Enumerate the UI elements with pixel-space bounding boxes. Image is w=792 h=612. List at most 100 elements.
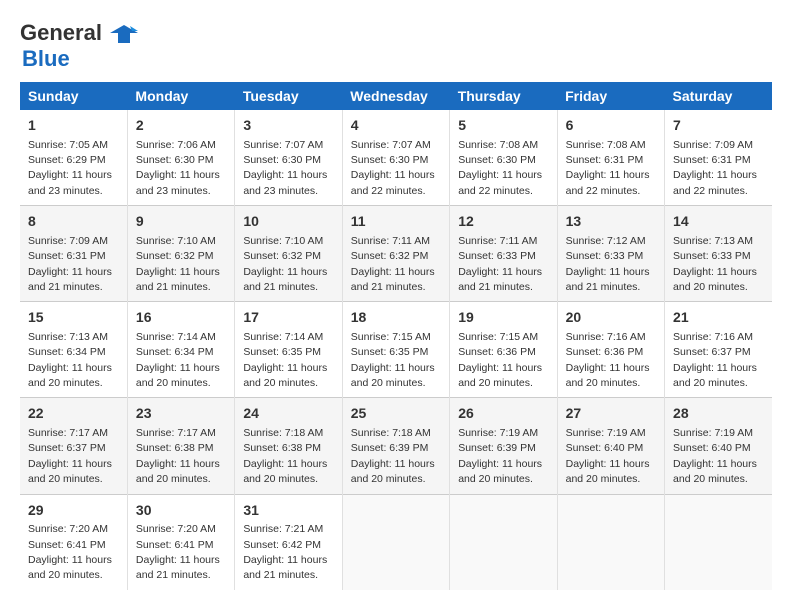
calendar-week-row: 1 Sunrise: 7:05 AM Sunset: 6:29 PM Dayli… <box>20 110 772 206</box>
sunrise-info: Sunrise: 7:11 AM <box>458 235 537 247</box>
calendar-cell: 3 Sunrise: 7:07 AM Sunset: 6:30 PM Dayli… <box>235 110 342 206</box>
sunset-info: Sunset: 6:36 PM <box>566 346 644 358</box>
day-number: 10 <box>243 212 333 232</box>
daylight-info: Daylight: 11 hours and 20 minutes. <box>351 458 435 485</box>
day-number: 5 <box>458 116 548 136</box>
daylight-info: Daylight: 11 hours and 22 minutes. <box>458 169 542 196</box>
calendar-cell: 7 Sunrise: 7:09 AM Sunset: 6:31 PM Dayli… <box>665 110 772 206</box>
sunrise-info: Sunrise: 7:17 AM <box>28 427 108 439</box>
daylight-info: Daylight: 11 hours and 22 minutes. <box>566 169 650 196</box>
daylight-info: Daylight: 11 hours and 20 minutes. <box>673 362 757 389</box>
sunrise-info: Sunrise: 7:13 AM <box>28 331 108 343</box>
sunset-info: Sunset: 6:30 PM <box>351 154 429 166</box>
day-number: 12 <box>458 212 548 232</box>
daylight-info: Daylight: 11 hours and 21 minutes. <box>136 554 220 581</box>
calendar-week-row: 8 Sunrise: 7:09 AM Sunset: 6:31 PM Dayli… <box>20 206 772 302</box>
day-number: 18 <box>351 308 441 328</box>
calendar-cell: 8 Sunrise: 7:09 AM Sunset: 6:31 PM Dayli… <box>20 206 127 302</box>
calendar-cell: 18 Sunrise: 7:15 AM Sunset: 6:35 PM Dayl… <box>342 302 449 398</box>
day-header-saturday: Saturday <box>665 82 772 110</box>
day-number: 30 <box>136 501 226 521</box>
calendar-cell: 22 Sunrise: 7:17 AM Sunset: 6:37 PM Dayl… <box>20 398 127 494</box>
sunset-info: Sunset: 6:32 PM <box>351 250 429 262</box>
sunrise-info: Sunrise: 7:13 AM <box>673 235 753 247</box>
daylight-info: Daylight: 11 hours and 20 minutes. <box>458 362 542 389</box>
day-header-friday: Friday <box>557 82 664 110</box>
day-number: 7 <box>673 116 764 136</box>
logo: General Blue <box>20 20 138 72</box>
calendar-cell: 12 Sunrise: 7:11 AM Sunset: 6:33 PM Dayl… <box>450 206 557 302</box>
sunset-info: Sunset: 6:39 PM <box>458 442 536 454</box>
calendar-cell: 16 Sunrise: 7:14 AM Sunset: 6:34 PM Dayl… <box>127 302 234 398</box>
calendar-cell: 11 Sunrise: 7:11 AM Sunset: 6:32 PM Dayl… <box>342 206 449 302</box>
calendar-cell: 5 Sunrise: 7:08 AM Sunset: 6:30 PM Dayli… <box>450 110 557 206</box>
sunrise-info: Sunrise: 7:05 AM <box>28 139 108 151</box>
logo-blue-text: Blue <box>22 46 70 71</box>
day-number: 14 <box>673 212 764 232</box>
calendar-cell: 1 Sunrise: 7:05 AM Sunset: 6:29 PM Dayli… <box>20 110 127 206</box>
sunrise-info: Sunrise: 7:14 AM <box>243 331 323 343</box>
day-number: 23 <box>136 404 226 424</box>
sunset-info: Sunset: 6:32 PM <box>243 250 321 262</box>
calendar-cell: 9 Sunrise: 7:10 AM Sunset: 6:32 PM Dayli… <box>127 206 234 302</box>
sunrise-info: Sunrise: 7:08 AM <box>458 139 538 151</box>
calendar-cell: 4 Sunrise: 7:07 AM Sunset: 6:30 PM Dayli… <box>342 110 449 206</box>
day-header-wednesday: Wednesday <box>342 82 449 110</box>
sunrise-info: Sunrise: 7:17 AM <box>136 427 216 439</box>
daylight-info: Daylight: 11 hours and 20 minutes. <box>243 458 327 485</box>
day-header-monday: Monday <box>127 82 234 110</box>
sunset-info: Sunset: 6:37 PM <box>673 346 751 358</box>
sunset-info: Sunset: 6:31 PM <box>566 154 644 166</box>
sunrise-info: Sunrise: 7:10 AM <box>136 235 216 247</box>
day-number: 9 <box>136 212 226 232</box>
day-number: 28 <box>673 404 764 424</box>
daylight-info: Daylight: 11 hours and 21 minutes. <box>243 266 327 293</box>
header: General Blue <box>20 20 772 72</box>
sunrise-info: Sunrise: 7:18 AM <box>351 427 431 439</box>
sunset-info: Sunset: 6:30 PM <box>458 154 536 166</box>
sunset-info: Sunset: 6:34 PM <box>136 346 214 358</box>
calendar-cell: 17 Sunrise: 7:14 AM Sunset: 6:35 PM Dayl… <box>235 302 342 398</box>
sunrise-info: Sunrise: 7:15 AM <box>458 331 538 343</box>
day-header-sunday: Sunday <box>20 82 127 110</box>
sunrise-info: Sunrise: 7:16 AM <box>566 331 646 343</box>
day-number: 2 <box>136 116 226 136</box>
daylight-info: Daylight: 11 hours and 21 minutes. <box>351 266 435 293</box>
day-header-thursday: Thursday <box>450 82 557 110</box>
sunrise-info: Sunrise: 7:15 AM <box>351 331 431 343</box>
calendar-cell: 23 Sunrise: 7:17 AM Sunset: 6:38 PM Dayl… <box>127 398 234 494</box>
sunset-info: Sunset: 6:30 PM <box>136 154 214 166</box>
calendar-cell <box>342 494 449 590</box>
calendar-cell: 19 Sunrise: 7:15 AM Sunset: 6:36 PM Dayl… <box>450 302 557 398</box>
sunset-info: Sunset: 6:31 PM <box>673 154 751 166</box>
sunrise-info: Sunrise: 7:19 AM <box>566 427 646 439</box>
day-number: 24 <box>243 404 333 424</box>
sunset-info: Sunset: 6:40 PM <box>673 442 751 454</box>
day-number: 8 <box>28 212 119 232</box>
sunset-info: Sunset: 6:31 PM <box>28 250 106 262</box>
sunrise-info: Sunrise: 7:16 AM <box>673 331 753 343</box>
sunset-info: Sunset: 6:35 PM <box>351 346 429 358</box>
sunrise-info: Sunrise: 7:11 AM <box>351 235 430 247</box>
day-number: 22 <box>28 404 119 424</box>
daylight-info: Daylight: 11 hours and 20 minutes. <box>28 458 112 485</box>
daylight-info: Daylight: 11 hours and 21 minutes. <box>28 266 112 293</box>
day-number: 31 <box>243 501 333 521</box>
sunset-info: Sunset: 6:36 PM <box>458 346 536 358</box>
calendar-cell: 27 Sunrise: 7:19 AM Sunset: 6:40 PM Dayl… <box>557 398 664 494</box>
day-number: 29 <box>28 501 119 521</box>
day-number: 13 <box>566 212 656 232</box>
daylight-info: Daylight: 11 hours and 23 minutes. <box>243 169 327 196</box>
calendar-header-row: SundayMondayTuesdayWednesdayThursdayFrid… <box>20 82 772 110</box>
daylight-info: Daylight: 11 hours and 20 minutes. <box>673 458 757 485</box>
sunrise-info: Sunrise: 7:10 AM <box>243 235 323 247</box>
sunrise-info: Sunrise: 7:08 AM <box>566 139 646 151</box>
calendar-cell: 25 Sunrise: 7:18 AM Sunset: 6:39 PM Dayl… <box>342 398 449 494</box>
sunset-info: Sunset: 6:33 PM <box>458 250 536 262</box>
sunset-info: Sunset: 6:38 PM <box>136 442 214 454</box>
sunrise-info: Sunrise: 7:12 AM <box>566 235 646 247</box>
calendar-cell: 24 Sunrise: 7:18 AM Sunset: 6:38 PM Dayl… <box>235 398 342 494</box>
calendar-cell: 28 Sunrise: 7:19 AM Sunset: 6:40 PM Dayl… <box>665 398 772 494</box>
sunrise-info: Sunrise: 7:18 AM <box>243 427 323 439</box>
sunrise-info: Sunrise: 7:19 AM <box>673 427 753 439</box>
